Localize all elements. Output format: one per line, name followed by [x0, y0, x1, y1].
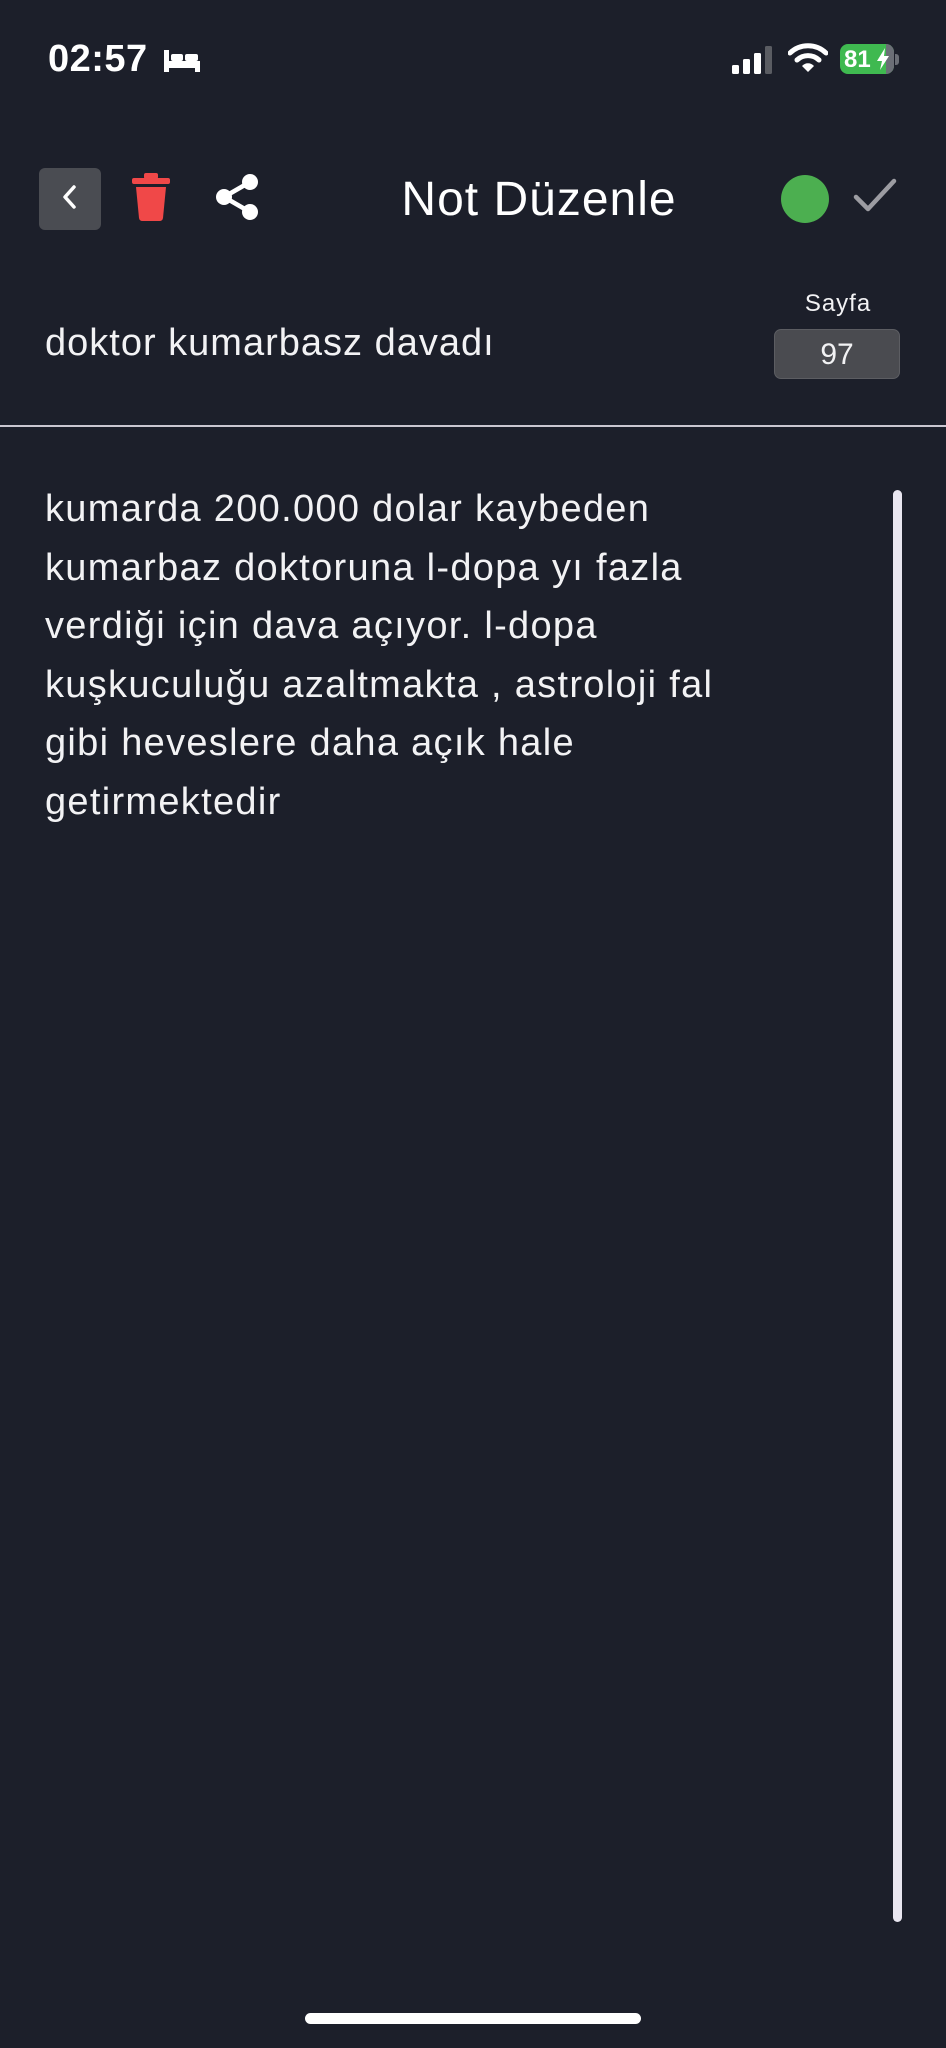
wifi-icon [787, 42, 829, 79]
save-button[interactable] [852, 176, 898, 221]
page-label: Sayfa [804, 290, 872, 317]
note-header: doktor kumarbasz davadı Sayfa 97 [0, 280, 946, 425]
check-icon [852, 178, 898, 220]
home-indicator[interactable] [305, 2013, 641, 2024]
status-dot[interactable] [781, 175, 829, 223]
status-bar: 02:57 81 [0, 0, 946, 110]
divider [0, 425, 946, 427]
page-number-field[interactable]: 97 [774, 329, 900, 379]
note-body-field[interactable]: kumarda 200.000 dolar kaybeden kumarbaz … [45, 480, 845, 831]
toolbar: Not Düzenle [0, 160, 946, 240]
bed-icon [162, 46, 202, 79]
note-title-field[interactable]: doktor kumarbasz davadı [45, 322, 495, 365]
signal-icon [732, 46, 776, 79]
battery-icon: 81 [840, 44, 900, 74]
scrollbar[interactable] [893, 490, 902, 1922]
battery-level: 81 [844, 46, 871, 73]
status-time: 02:57 [48, 38, 148, 80]
bolt-icon [876, 48, 890, 74]
